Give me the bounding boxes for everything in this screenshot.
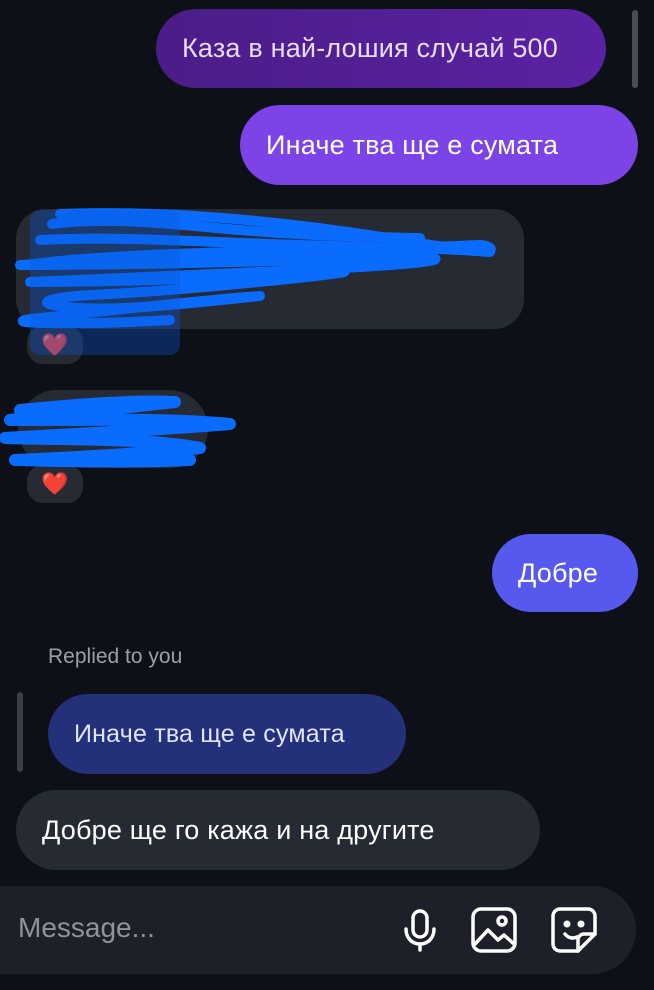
message-incoming-redacted[interactable] [18, 390, 208, 468]
reaction-badge[interactable]: ❤️ [24, 462, 86, 506]
reaction-badge[interactable]: ❤️ [24, 323, 86, 367]
quoted-message-text: Иначе тва ще е сумата [74, 719, 345, 748]
scrollbar[interactable] [632, 10, 638, 88]
message-outgoing[interactable]: Иначе тва ще е сумата [240, 105, 638, 185]
message-text: Добре [518, 557, 599, 588]
message-input[interactable]: Message... [18, 912, 155, 944]
quoted-message[interactable]: Иначе тва ще е сумата [48, 694, 406, 774]
message-text: Добре ще го кажа и на другите [42, 814, 435, 845]
heart-reaction: ❤️ [41, 471, 69, 496]
image-icon[interactable] [468, 904, 520, 956]
message-composer[interactable]: Message... [0, 886, 636, 974]
message-incoming[interactable]: Добре ще го кажа и на другите [16, 790, 540, 870]
message-text: Каза в най-лошия случай 500 [182, 33, 558, 63]
heart-reaction: ❤️ [41, 332, 69, 357]
microphone-icon[interactable] [394, 904, 446, 956]
message-incoming-redacted[interactable] [16, 209, 524, 329]
message-outgoing[interactable]: Каза в най-лошия случай 500 [156, 9, 606, 88]
message-text: Иначе тва ще е сумата [266, 129, 559, 160]
sticker-icon[interactable] [548, 904, 600, 956]
replied-to-label: Replied to you [48, 645, 183, 668]
reply-indicator-line [17, 692, 23, 772]
message-outgoing[interactable]: Добре [492, 534, 638, 612]
